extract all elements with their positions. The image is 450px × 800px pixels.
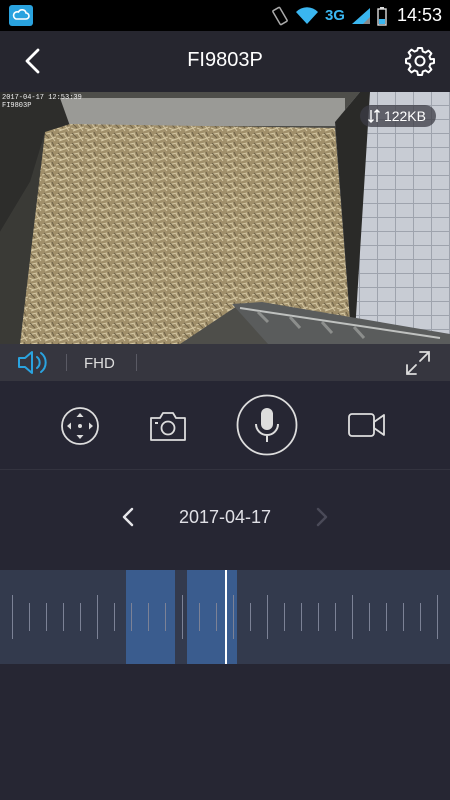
- speaker-icon: [18, 351, 47, 374]
- recorded-segment[interactable]: [187, 570, 237, 664]
- divider: [66, 354, 67, 371]
- timeline-tick: [352, 595, 353, 639]
- timeline-tick: [165, 603, 166, 631]
- video-camera-icon: [348, 413, 385, 437]
- timeline-tick: [97, 595, 98, 639]
- ptz-control-button[interactable]: [60, 406, 100, 451]
- status-bar: 3G 14:53: [0, 0, 450, 31]
- sound-toggle-button[interactable]: [16, 349, 50, 376]
- camera-feed-image: [0, 92, 450, 344]
- timeline-tick: [403, 603, 404, 631]
- timeline-tick: [369, 603, 370, 631]
- status-clock: 14:53: [396, 5, 442, 25]
- chevron-right-icon: [316, 507, 328, 527]
- bitrate-value: 122KB: [383, 108, 426, 124]
- fullscreen-button[interactable]: [404, 349, 432, 377]
- timeline-tick: [46, 603, 47, 631]
- osd-camera-name: FI9803P: [2, 102, 32, 110]
- timeline-tick: [386, 603, 387, 631]
- quality-selector[interactable]: FHD: [84, 355, 115, 372]
- timeline-tick: [437, 595, 438, 639]
- record-button[interactable]: [347, 410, 387, 445]
- timeline-tick: [250, 603, 251, 631]
- video-control-bar: FHD: [0, 344, 450, 381]
- battery-icon: [377, 6, 387, 26]
- timeline-tick: [148, 603, 149, 631]
- timeline-tick: [29, 603, 30, 631]
- wifi-icon: [295, 6, 318, 24]
- timeline-tick: [267, 595, 268, 639]
- data-transfer-icon: [367, 109, 380, 123]
- timeline-tick: [233, 595, 234, 639]
- live-video-view[interactable]: 2017-04-17 12:53:39 FI9803P 122KB: [0, 92, 450, 344]
- timeline-tick: [420, 603, 421, 631]
- foscam-app-icon: [9, 5, 33, 26]
- vibrate-icon: [272, 6, 288, 25]
- date-selector: 2017-04-17: [0, 496, 450, 540]
- timeline-tick: [63, 603, 64, 631]
- direction-pad-icon: [61, 407, 99, 445]
- recorded-segment[interactable]: [126, 570, 175, 664]
- microphone-icon: [236, 394, 298, 456]
- divider: [136, 354, 137, 371]
- osd-timestamp: 2017-04-17 12:53:39: [2, 94, 82, 102]
- camera-icon: [150, 412, 186, 441]
- signal-icon: [351, 7, 370, 24]
- timeline-tick: [131, 603, 132, 631]
- network-type-label: 3G: [324, 7, 345, 24]
- snapshot-button[interactable]: [148, 408, 188, 449]
- timeline-tick: [114, 603, 115, 631]
- playhead[interactable]: [225, 570, 227, 664]
- next-day-button[interactable]: [309, 504, 333, 530]
- timeline-tick: [284, 603, 285, 631]
- timeline-tick: [216, 603, 217, 631]
- talk-button[interactable]: [236, 394, 298, 461]
- timeline-tick: [199, 603, 200, 631]
- timeline-tick: [301, 603, 302, 631]
- timeline-tick: [318, 603, 319, 631]
- timeline-tick: [182, 595, 183, 639]
- video-osd: 2017-04-17 12:53:39 FI9803P: [2, 94, 82, 110]
- playback-date[interactable]: 2017-04-17: [0, 507, 450, 528]
- gear-icon: [405, 47, 435, 76]
- header-bar: FI9803P: [0, 31, 450, 92]
- page-title: FI9803P: [187, 49, 263, 71]
- timeline-tick: [12, 595, 13, 639]
- recording-timeline[interactable]: [0, 570, 450, 664]
- expand-icon: [406, 351, 430, 375]
- settings-button[interactable]: [404, 45, 436, 77]
- timeline-tick: [80, 603, 81, 631]
- timeline-tick: [335, 603, 336, 631]
- bitrate-badge: 122KB: [359, 105, 436, 127]
- action-bar: [0, 381, 450, 470]
